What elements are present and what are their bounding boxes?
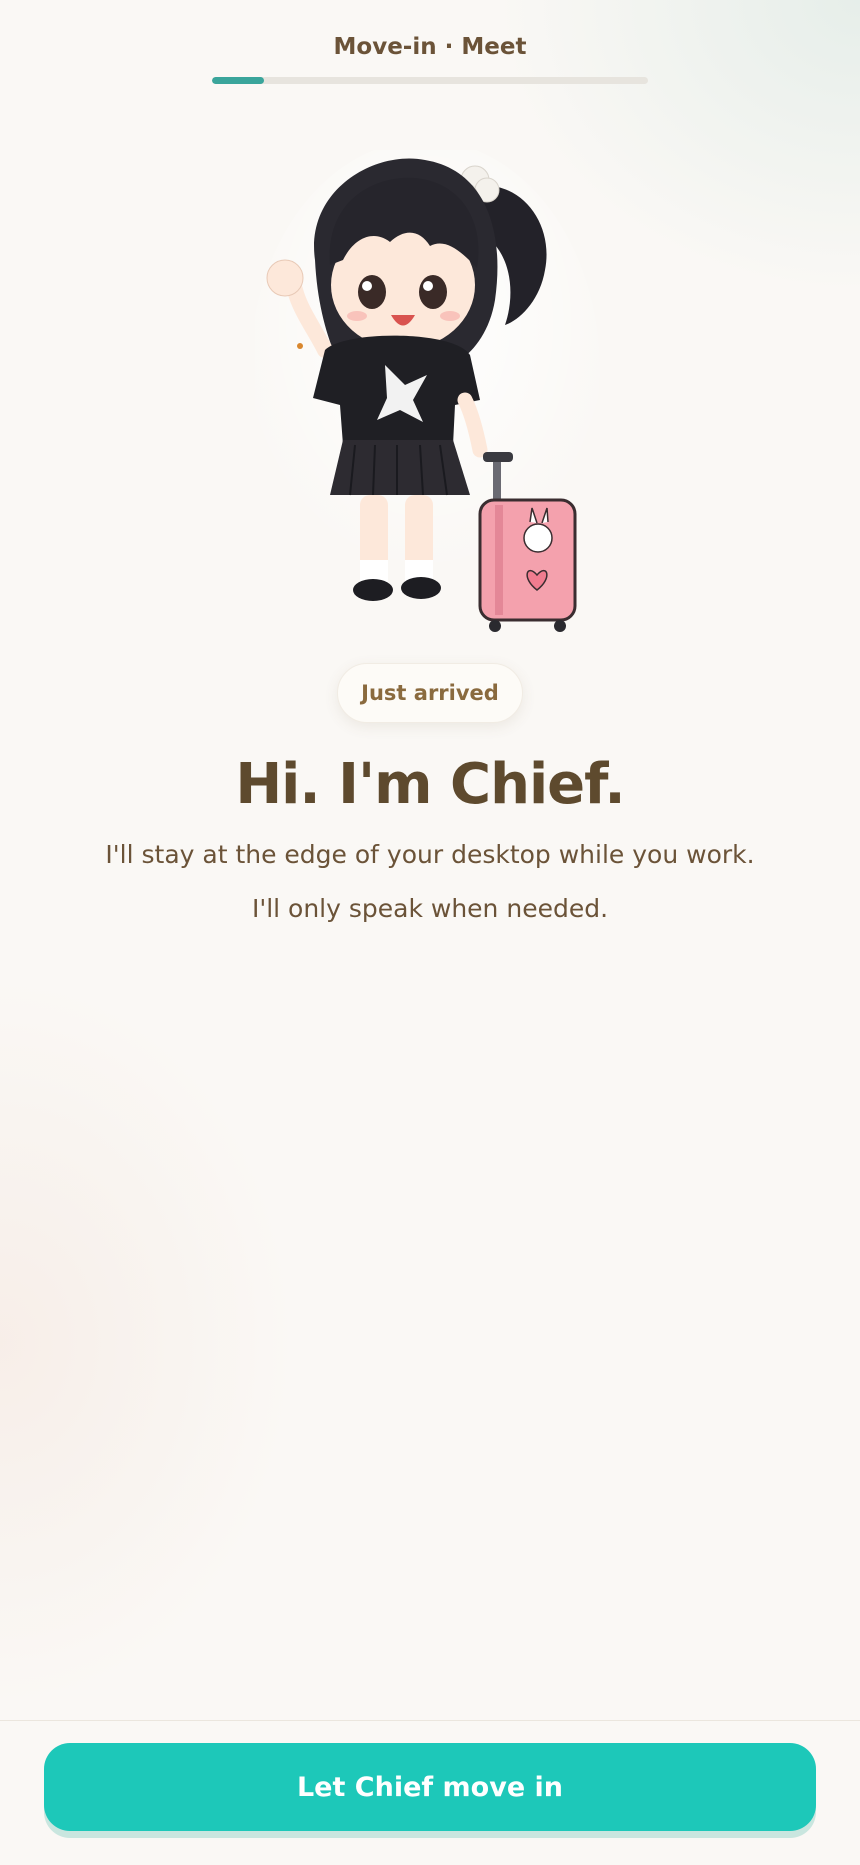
intro-line-2: I'll only speak when needed. <box>251 894 609 923</box>
mascot-illustration <box>255 150 605 650</box>
progress-bar <box>212 77 648 84</box>
move-in-button[interactable]: Let Chief move in <box>44 1743 816 1831</box>
onboarding-header: Move-in · Meet <box>0 0 860 100</box>
progress-fill <box>212 77 265 84</box>
status-badge: Just arrived <box>337 663 523 723</box>
step-title: Move-in · Meet <box>333 34 527 60</box>
greeting-headline: Hi. I'm Chief. <box>235 752 625 817</box>
intro-line-1: I'll stay at the edge of your desktop wh… <box>105 840 755 869</box>
